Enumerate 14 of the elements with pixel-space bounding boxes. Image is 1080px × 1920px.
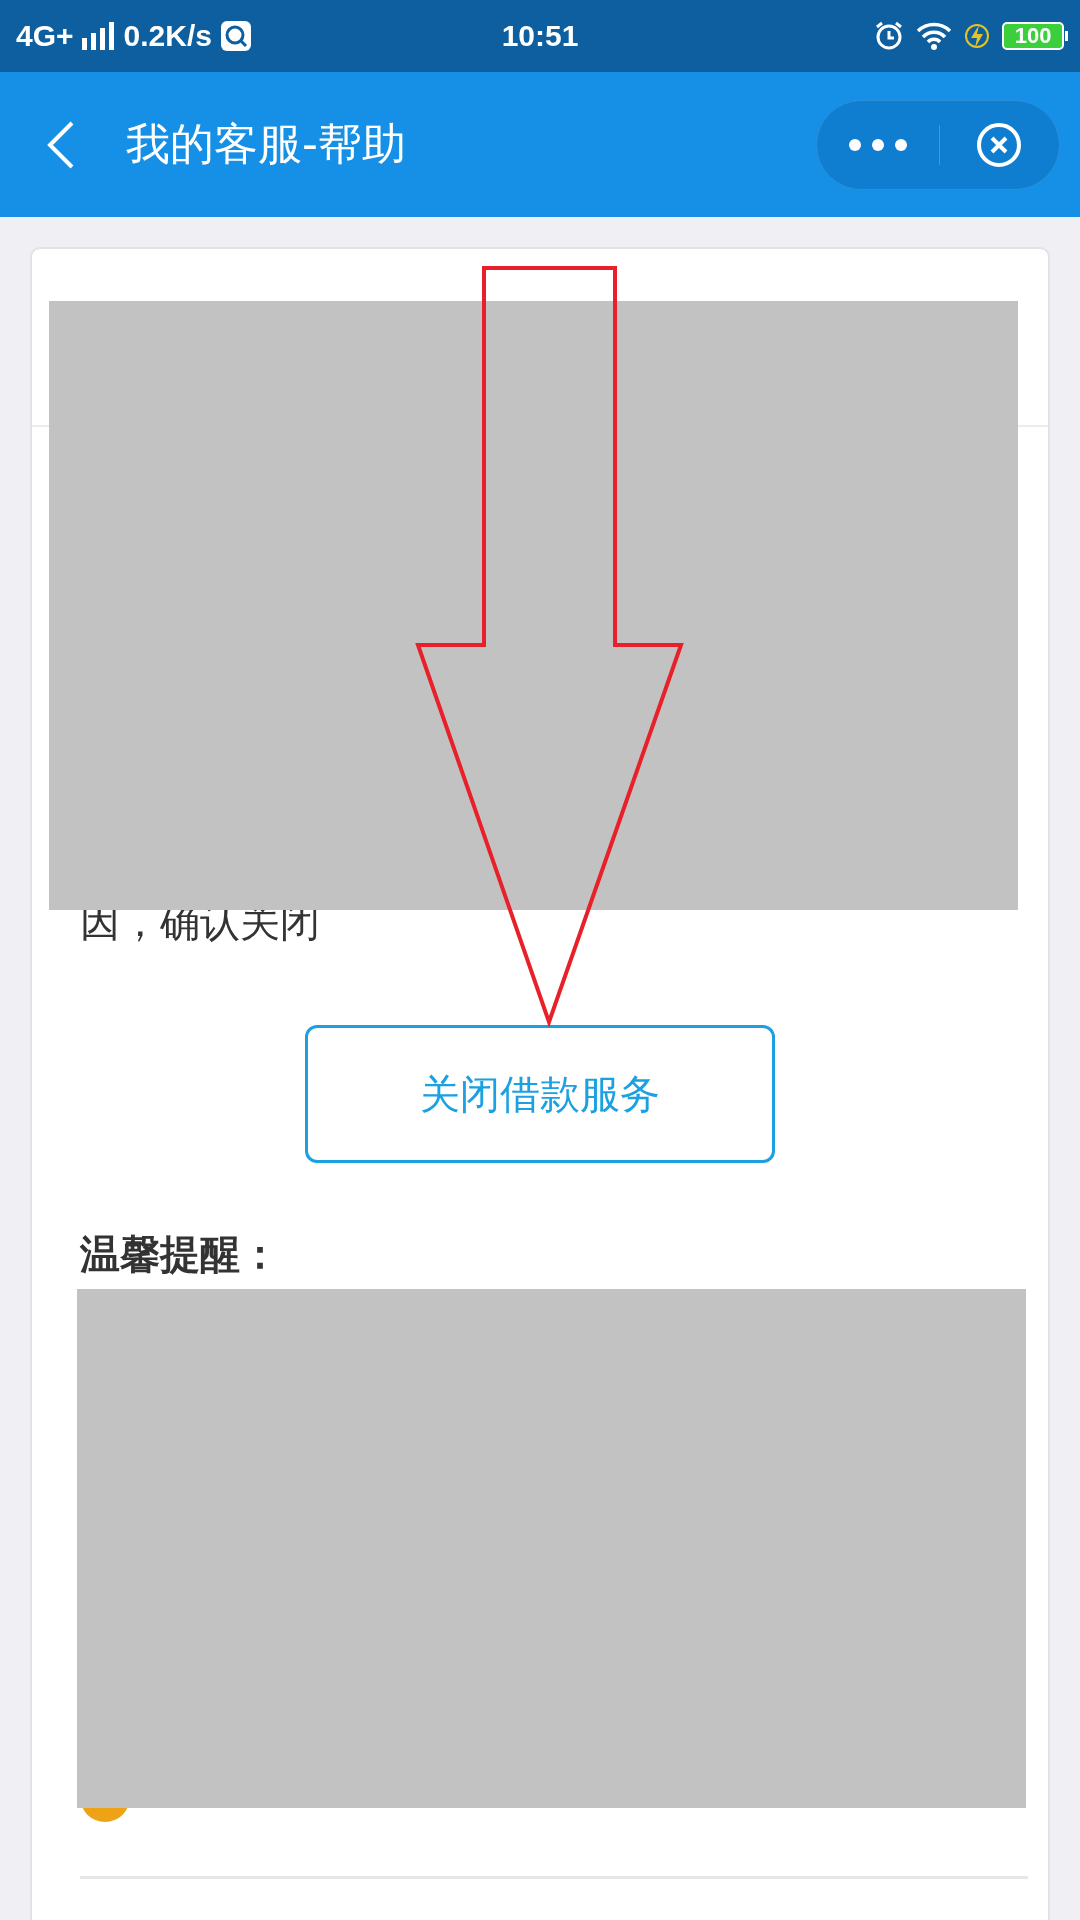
network-speed: 0.2K/s (123, 19, 212, 53)
search-app-icon (219, 20, 252, 52)
signal-icon (81, 22, 116, 50)
clock-time: 10:51 (501, 19, 579, 53)
reminder-heading: 温馨提醒： (80, 1230, 281, 1279)
more-icon (847, 137, 908, 152)
network-type: 4G+ (16, 19, 74, 53)
back-button[interactable] (46, 119, 76, 170)
alarm-icon (874, 21, 904, 51)
page-title: 我的客服-帮助 (126, 117, 407, 171)
close-loan-button[interactable]: 关闭借款服务 (305, 1025, 775, 1163)
charging-icon (964, 21, 990, 51)
wifi-icon (916, 22, 952, 50)
close-icon (976, 121, 1023, 168)
